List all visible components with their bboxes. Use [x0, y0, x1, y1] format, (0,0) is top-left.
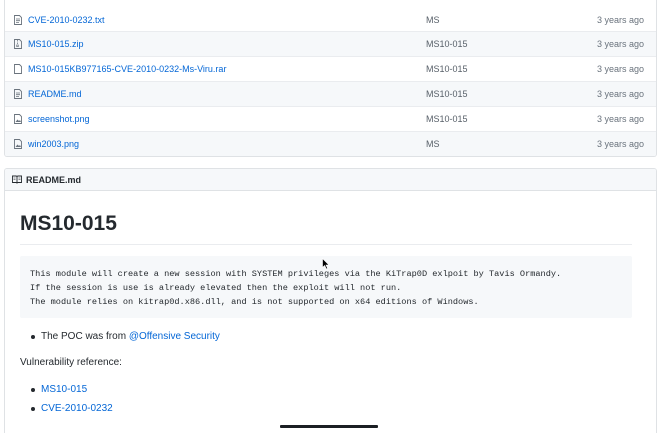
- reference-list: MS10-015 CVE-2010-0232: [31, 380, 113, 418]
- commit-message-link[interactable]: MS10-015: [426, 114, 594, 124]
- file-name-link[interactable]: README.md: [28, 89, 426, 99]
- poc-text: The POC was from: [41, 331, 129, 342]
- vuln-heading: Vulnerability reference:: [20, 357, 122, 368]
- file-row[interactable]: CVE-2010-0232.txt MS 3 years ago: [5, 0, 656, 31]
- bullet: [31, 334, 35, 339]
- file-text-icon: [14, 14, 23, 25]
- bullet: [31, 387, 35, 392]
- file-media-icon: [14, 114, 23, 124]
- book-icon: [12, 175, 22, 184]
- file-name-link[interactable]: screenshot.png: [28, 114, 426, 124]
- file-name-link[interactable]: MS10-015KB977165-CVE-2010-0232-Ms-Viru.r…: [28, 64, 426, 74]
- commit-message-link[interactable]: MS: [426, 15, 594, 25]
- list-item: MS10-015: [31, 380, 113, 399]
- readme-title: MS10-015: [20, 212, 632, 245]
- commit-message-link[interactable]: MS: [426, 139, 594, 149]
- file-age: 3 years ago: [596, 14, 644, 25]
- file-age: 3 years ago: [596, 89, 644, 99]
- file-age: 3 years ago: [596, 139, 644, 149]
- poc-list: The POC was from @Offensive Security: [31, 327, 220, 346]
- readme-header-title: README.md: [26, 174, 82, 185]
- list-item: The POC was from @Offensive Security: [31, 327, 220, 346]
- file-age: 3 years ago: [596, 64, 644, 74]
- file-name-link[interactable]: CVE-2010-0232.txt: [28, 15, 426, 25]
- file-name-link[interactable]: win2003.png: [28, 139, 426, 149]
- file-row[interactable]: README.md MS10-015 3 years ago: [5, 81, 656, 106]
- mouse-cursor-icon: [322, 257, 330, 270]
- offensive-security-link[interactable]: @Offensive Security: [129, 331, 220, 342]
- file-row[interactable]: MS10-015KB977165-CVE-2010-0232-Ms-Viru.r…: [5, 56, 656, 81]
- readme-header: README.md: [5, 169, 656, 191]
- file-row[interactable]: screenshot.png MS10-015 3 years ago: [5, 106, 656, 131]
- file-age: 3 years ago: [596, 114, 644, 124]
- file-age: 3 years ago: [596, 39, 644, 49]
- file-text-icon: [14, 89, 23, 99]
- file-list: CVE-2010-0232.txt MS 3 years ago MS10-01…: [4, 0, 657, 157]
- scroll-indicator: [280, 425, 378, 428]
- file-row[interactable]: MS10-015.zip MS10-015 3 years ago: [5, 31, 656, 56]
- file-row[interactable]: win2003.png MS 3 years ago: [5, 131, 656, 156]
- commit-message-link[interactable]: MS10-015: [426, 64, 594, 74]
- list-item: CVE-2010-0232: [31, 399, 113, 418]
- file-name-link[interactable]: MS10-015.zip: [28, 39, 426, 49]
- file-media-icon: [14, 139, 23, 149]
- bullet: [31, 406, 35, 411]
- commit-message-link[interactable]: MS10-015: [426, 89, 594, 99]
- commit-message-link[interactable]: MS10-015: [426, 39, 594, 49]
- file-icon: [14, 64, 23, 74]
- reference-link[interactable]: CVE-2010-0232: [41, 403, 113, 414]
- reference-link[interactable]: MS10-015: [41, 384, 87, 395]
- file-zip-icon: [14, 39, 23, 49]
